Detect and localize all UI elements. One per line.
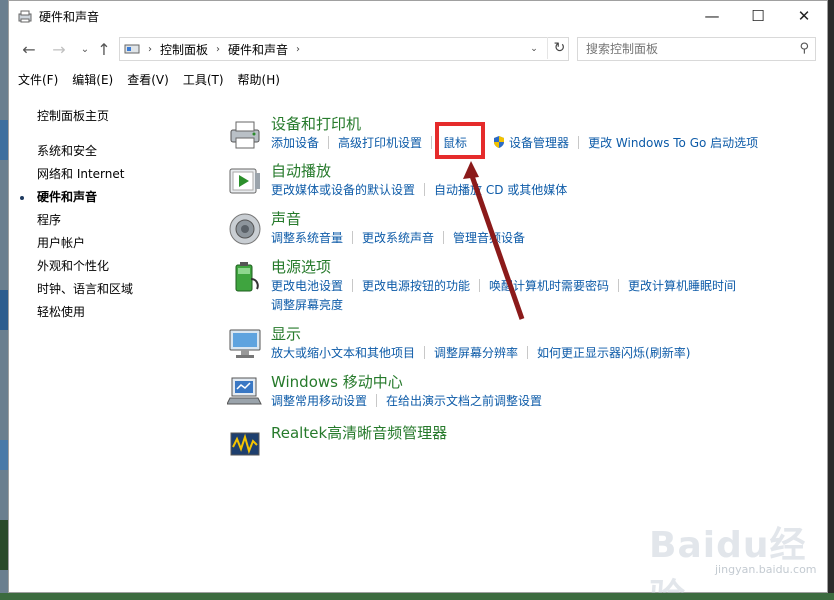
link-change-media-defaults[interactable]: 更改媒体或设备的默认设置 (271, 183, 415, 197)
menu-tools[interactable]: 工具(T) (178, 71, 229, 91)
address-dropdown-icon[interactable]: ⌄ (524, 38, 544, 60)
link-autoplay-cd[interactable]: 自动播放 CD 或其他媒体 (434, 183, 567, 197)
category-links: 更改电池设置 更改电源按钮的功能 唤醒计算机时需要密码 更改计算机睡眠时间 调整屏幕亮… (271, 277, 801, 315)
category-links: 调整系统音量 更改系统声音 管理音频设备 (271, 229, 801, 248)
menu-file[interactable]: 文件(F) (13, 71, 63, 91)
link-change-system-sounds[interactable]: 更改系统声音 (362, 231, 434, 245)
uac-shield-icon (494, 136, 505, 148)
sidebar-item-system-security[interactable]: 系统和安全 (37, 140, 217, 163)
forward-arrow-icon[interactable]: → (49, 39, 69, 59)
sidebar-item-clock-region[interactable]: 时钟、语言和区域 (37, 278, 217, 301)
category-title[interactable]: 电源选项 (271, 256, 331, 277)
sidebar-item-appearance[interactable]: 外观和个性化 (37, 255, 217, 278)
divider (376, 394, 378, 407)
menu-edit[interactable]: 编辑(E) (67, 71, 118, 91)
link-windows-to-go[interactable]: 更改 Windows To Go 启动选项 (588, 136, 758, 150)
divider (352, 279, 354, 292)
divider (578, 136, 580, 149)
taskbar-strip (0, 593, 834, 600)
divider (424, 346, 426, 359)
divider (479, 279, 481, 292)
active-bullet-icon (20, 196, 24, 200)
link-text-size[interactable]: 放大或缩小文本和其他项目 (271, 346, 415, 360)
link-refresh-rate[interactable]: 如何更正显示器闪烁(刷新率) (537, 346, 690, 360)
back-arrow-icon[interactable]: ← (19, 39, 39, 59)
category-title[interactable]: 自动播放 (271, 160, 331, 181)
divider (443, 231, 445, 244)
sidebar-item-network[interactable]: 网络和 Internet (37, 163, 217, 186)
sidebar-item-home[interactable]: 控制面板主页 (37, 105, 217, 128)
control-panel-icon (124, 44, 140, 54)
refresh-icon[interactable]: ↻ (547, 37, 571, 59)
category-links: 放大或缩小文本和其他项目 调整屏幕分辨率 如何更正显示器闪烁(刷新率) (271, 344, 801, 363)
link-change-battery-settings[interactable]: 更改电池设置 (271, 279, 343, 293)
category-title[interactable]: 声音 (271, 208, 301, 229)
link-mobility-settings[interactable]: 调整常用移动设置 (271, 394, 367, 408)
printer-icon (230, 121, 260, 149)
link-screen-resolution[interactable]: 调整屏幕分辨率 (434, 346, 518, 360)
search-input[interactable] (586, 42, 786, 56)
divider (618, 279, 620, 292)
category-title[interactable]: Realtek高清晰音频管理器 (271, 422, 447, 443)
category-links: 更改媒体或设备的默认设置 自动播放 CD 或其他媒体 (271, 181, 801, 200)
category-title[interactable]: 设备和打印机 (271, 113, 361, 134)
menu-bar: 文件(F) 编辑(E) 查看(V) 工具(T) 帮助(H) (9, 71, 827, 91)
window-controls: — ☐ ✕ (689, 1, 827, 31)
sidebar-item-ease-of-access[interactable]: 轻松使用 (37, 301, 217, 324)
link-advanced-printer-setup[interactable]: 高级打印机设置 (338, 136, 422, 150)
autoplay-icon (229, 168, 260, 194)
breadcrumb-hardware-sound[interactable]: 硬件和声音 (228, 41, 288, 58)
sidebar: 控制面板主页 系统和安全 网络和 Internet 硬件和声音 程序 用户帐户 … (20, 105, 217, 324)
mobility-center-icon (227, 377, 262, 405)
breadcrumb-separator-icon: › (148, 43, 152, 55)
link-manage-audio-devices[interactable]: 管理音频设备 (453, 231, 525, 245)
highlight-box (435, 122, 485, 159)
address-bar[interactable]: › 控制面板 › 硬件和声音 › ⌄ (119, 37, 569, 61)
control-panel-window: 硬件和声音 — ☐ ✕ ← → ⌄ ↑ › 控制面板 › 硬件和声音 › ⌄ ↻… (8, 0, 828, 600)
link-add-device[interactable]: 添加设备 (271, 136, 319, 150)
breadcrumb-separator-icon[interactable]: › (216, 44, 220, 55)
title-bar[interactable]: 硬件和声音 — ☐ ✕ (9, 1, 827, 32)
sidebar-item-programs[interactable]: 程序 (37, 209, 217, 232)
speaker-icon (229, 213, 261, 245)
link-adjust-volume[interactable]: 调整系统音量 (271, 231, 343, 245)
divider (424, 183, 426, 196)
category-links: 添加设备 高级打印机设置 鼠标 设备管理器 更改 Windows To Go 启动选项 (271, 134, 801, 153)
link-device-manager[interactable]: 设备管理器 (509, 136, 569, 150)
sidebar-item-user-accounts[interactable]: 用户帐户 (37, 232, 217, 255)
maximize-button[interactable]: ☐ (735, 1, 781, 31)
sidebar-item-label: 硬件和声音 (37, 190, 98, 204)
link-presentation-settings[interactable]: 在给出演示文档之前调整设置 (386, 394, 542, 408)
watermark: Baidu经验 (649, 525, 807, 600)
sidebar-item-hardware-sound[interactable]: 硬件和声音 (20, 186, 217, 209)
menu-help[interactable]: 帮助(H) (233, 71, 285, 91)
window-title: 硬件和声音 (39, 10, 100, 24)
category-links: 调整常用移动设置 在给出演示文档之前调整设置 (271, 392, 801, 411)
divider (328, 136, 330, 149)
category-title[interactable]: 显示 (271, 323, 301, 344)
realtek-audio-icon (230, 432, 260, 456)
close-button[interactable]: ✕ (781, 1, 827, 31)
divider (431, 136, 433, 149)
divider (352, 231, 354, 244)
battery-icon (235, 262, 259, 292)
watermark-url: jingyan.baidu.com (715, 563, 817, 576)
monitor-icon (229, 329, 261, 358)
breadcrumb-separator-icon[interactable]: › (296, 44, 300, 55)
navigation-bar: ← → ⌄ ↑ › 控制面板 › 硬件和声音 › ⌄ ↻ ⚲ (9, 34, 827, 64)
link-adjust-brightness[interactable]: 调整屏幕亮度 (271, 298, 343, 312)
breadcrumb-control-panel[interactable]: 控制面板 (160, 41, 208, 58)
search-icon[interactable]: ⚲ (799, 41, 809, 56)
hardware-sound-icon (18, 10, 32, 22)
minimize-button[interactable]: — (689, 1, 735, 31)
divider (527, 346, 529, 359)
search-box[interactable]: ⚲ (577, 37, 816, 61)
link-require-password-wake[interactable]: 唤醒计算机时需要密码 (489, 279, 609, 293)
category-title[interactable]: Windows 移动中心 (271, 371, 403, 392)
recent-locations-chevron-icon[interactable]: ⌄ (75, 39, 95, 59)
link-power-button-function[interactable]: 更改电源按钮的功能 (362, 279, 470, 293)
up-arrow-icon[interactable]: ↑ (94, 39, 114, 59)
menu-view[interactable]: 查看(V) (122, 71, 174, 91)
link-change-sleep-time[interactable]: 更改计算机睡眠时间 (628, 279, 736, 293)
